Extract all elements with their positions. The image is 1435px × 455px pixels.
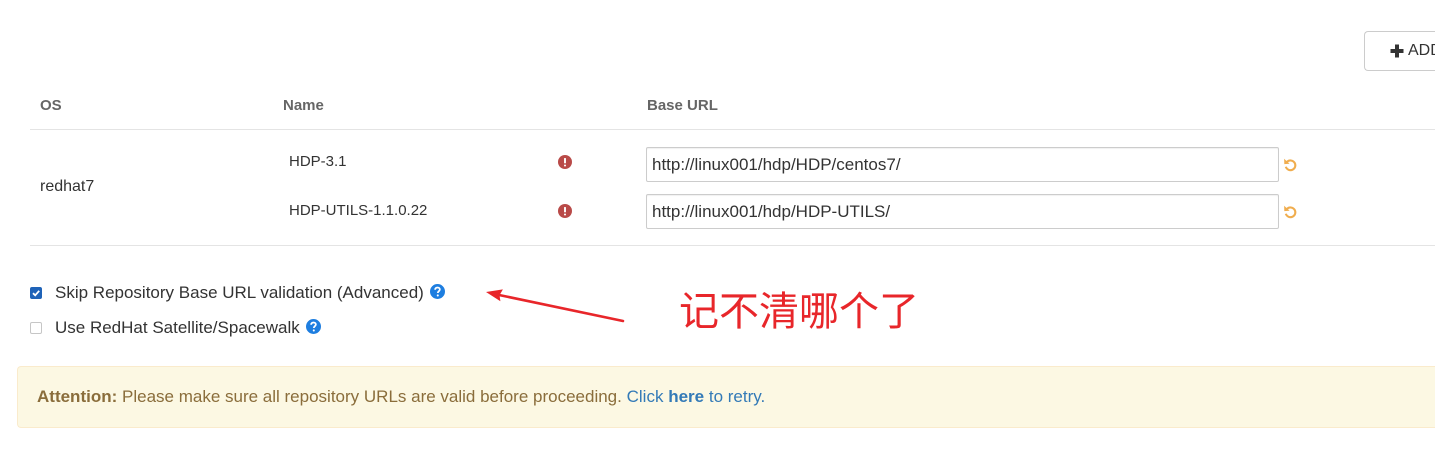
column-header-base-url: Base URL: [647, 97, 718, 114]
os-name: redhat7: [40, 178, 95, 195]
base-url-input[interactable]: [646, 194, 1279, 229]
alert-message: Please make sure all repository URLs are…: [122, 387, 622, 406]
retry-link-suffix: to retry.: [708, 387, 766, 406]
annotation-text: 记不清哪个了: [679, 289, 919, 335]
repo-name: HDP-UTILS-1.1.0.22: [289, 202, 428, 219]
undo-icon[interactable]: [1283, 204, 1298, 219]
question-circle-icon[interactable]: [429, 284, 445, 299]
repository-settings-page: { "colors": { "text": "#333333", "header…: [0, 0, 1435, 455]
skip-validation-checkbox[interactable]: [30, 287, 42, 299]
question-circle-icon[interactable]: [305, 319, 321, 334]
repo-name: HDP-3.1: [289, 153, 347, 170]
column-header-name: Name: [283, 97, 324, 114]
add-button-label: ADD: [1408, 42, 1435, 59]
use-satellite-option[interactable]: Use RedHat Satellite/Spacewalk: [30, 317, 321, 339]
table-bottom-divider: [30, 245, 1435, 246]
use-satellite-label: Use RedHat Satellite/Spacewalk: [55, 318, 300, 337]
retry-link[interactable]: Click here to retry.: [627, 387, 766, 406]
exclamation-circle-icon: [558, 155, 572, 169]
skip-validation-option[interactable]: Skip Repository Base URL validation (Adv…: [30, 282, 445, 304]
plus-icon: [1390, 44, 1404, 58]
add-button[interactable]: ADD: [1364, 31, 1435, 71]
retry-link-prefix: Click: [626, 387, 664, 406]
use-satellite-checkbox[interactable]: [30, 322, 42, 334]
attention-alert: Attention: Please make sure all reposito…: [17, 366, 1435, 428]
retry-link-here[interactable]: here: [668, 387, 704, 406]
undo-icon[interactable]: [1283, 157, 1298, 172]
alert-title: Attention:: [37, 387, 118, 406]
exclamation-circle-icon: [558, 204, 572, 218]
base-url-input[interactable]: [646, 147, 1279, 182]
arrow-icon: [486, 289, 625, 323]
skip-validation-label: Skip Repository Base URL validation (Adv…: [55, 283, 424, 302]
column-header-os: OS: [40, 97, 62, 114]
table-header-divider: [30, 129, 1435, 130]
